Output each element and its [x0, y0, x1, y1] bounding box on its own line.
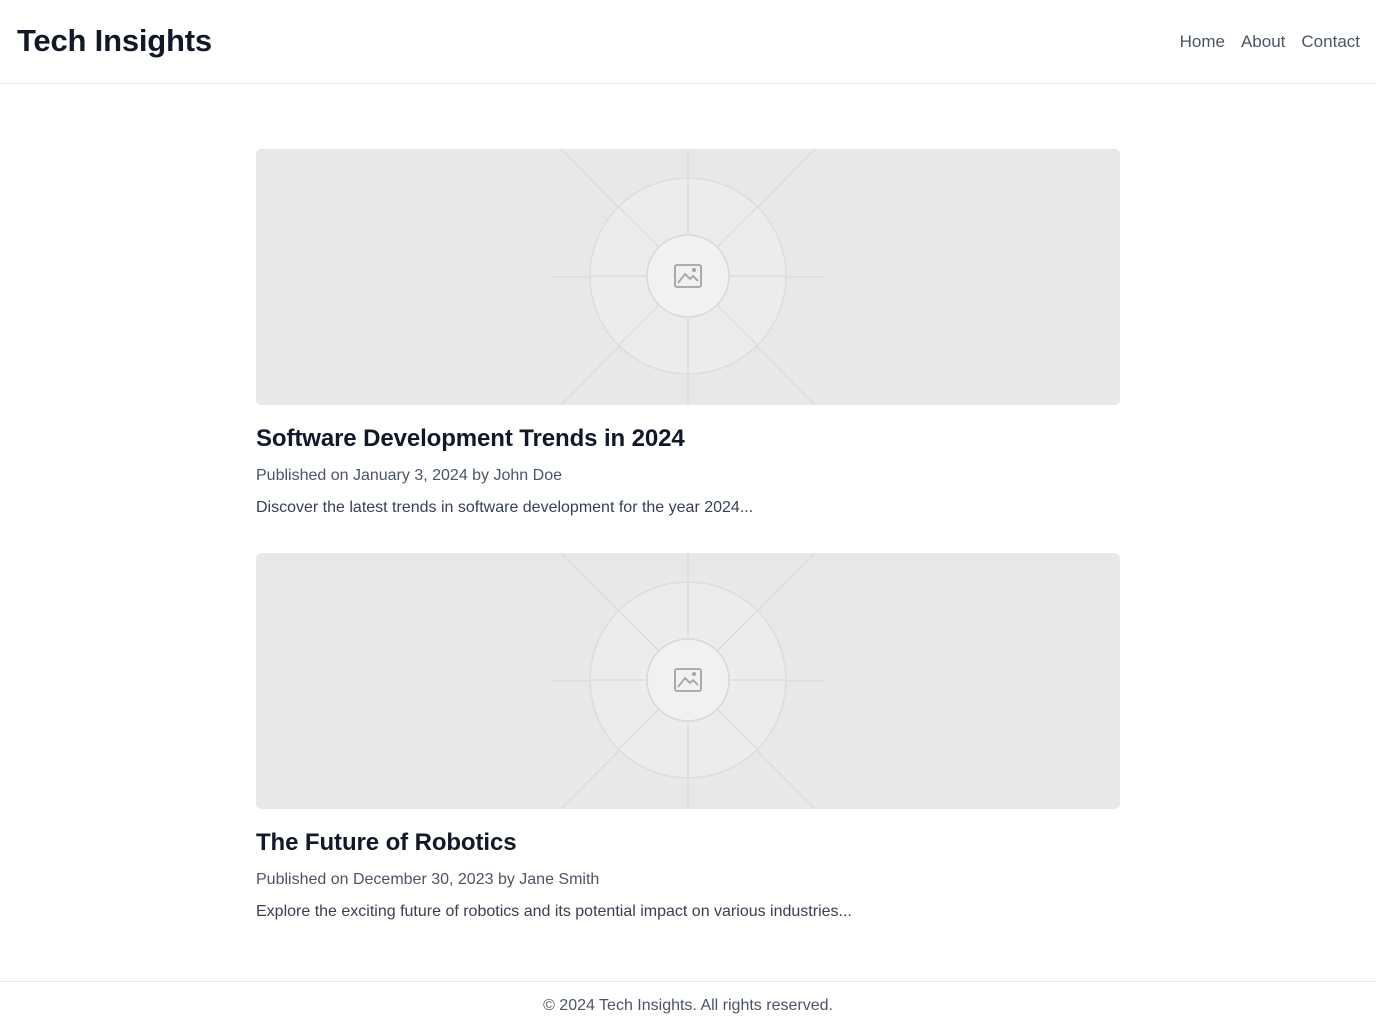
post-excerpt: Discover the latest trends in software d…: [256, 499, 754, 516]
post-meta: Published on December 30, 2023 by Jane S…: [256, 871, 600, 888]
nav-home-link[interactable]: Home: [1180, 32, 1225, 52]
post-excerpt: Explore the exciting future of robotics …: [256, 903, 852, 920]
post-spacer: [256, 519, 1120, 553]
site-footer: © 2024 Tech Insights. All rights reserve…: [0, 981, 1376, 1029]
site-header: Tech Insights Home About Contact: [0, 0, 1376, 84]
post-card: Software Development Trends in 2024 Publ…: [256, 149, 1120, 519]
post-image-placeholder[interactable]: [256, 149, 1120, 405]
nav-about-link[interactable]: About: [1241, 32, 1285, 52]
post-title[interactable]: Software Development Trends in 2024: [256, 422, 1120, 455]
post-card: The Future of Robotics Published on Dece…: [256, 553, 1120, 923]
main-nav: Home About Contact: [1180, 32, 1360, 52]
post-title[interactable]: The Future of Robotics: [256, 826, 1120, 859]
post-list: Software Development Trends in 2024 Publ…: [256, 149, 1120, 923]
post-meta: Published on January 3, 2024 by John Doe: [256, 467, 562, 484]
post-image-placeholder[interactable]: [256, 553, 1120, 809]
footer-copyright: © 2024 Tech Insights. All rights reserve…: [543, 997, 833, 1014]
nav-contact-link[interactable]: Contact: [1301, 32, 1360, 52]
site-title[interactable]: Tech Insights: [17, 23, 212, 59]
